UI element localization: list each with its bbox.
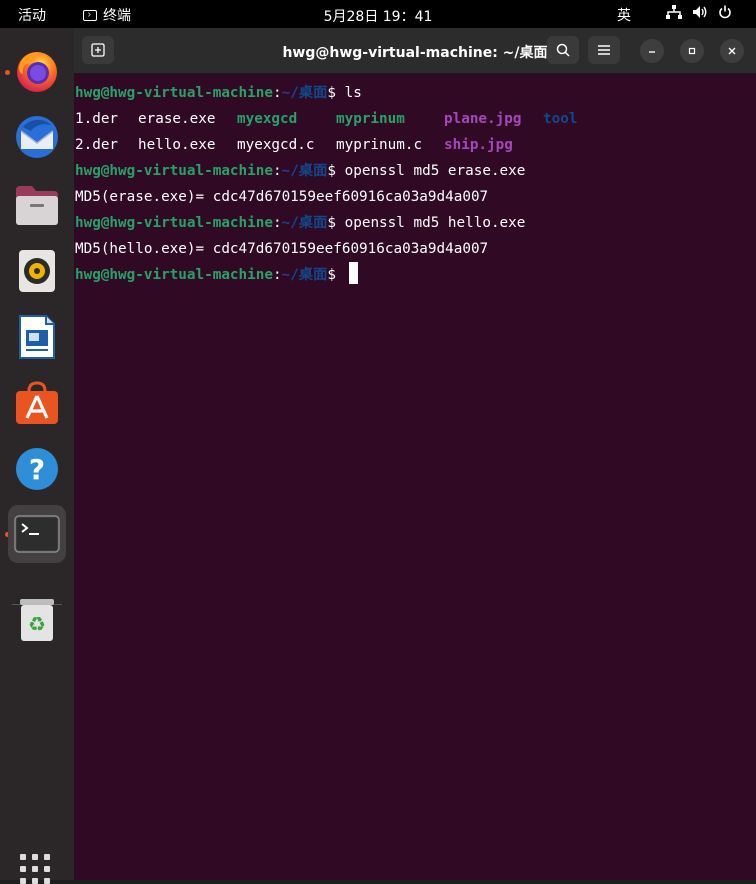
hamburger-menu-icon bbox=[598, 45, 610, 55]
prompt-separator: : bbox=[272, 163, 282, 179]
prompt-path: ~/桌面 bbox=[281, 163, 328, 179]
dock-writer[interactable] bbox=[8, 308, 66, 366]
menu-button[interactable] bbox=[588, 36, 620, 64]
header-bar: hwg@hwg-virtual-machine: ~/桌面 bbox=[74, 28, 756, 74]
prompt-sign: $ bbox=[327, 267, 345, 283]
search-button[interactable] bbox=[547, 36, 579, 64]
command-text: ls bbox=[344, 85, 362, 101]
prompt-path: ~/桌面 bbox=[281, 267, 328, 283]
file-entry: erase.exe bbox=[138, 111, 216, 127]
file-entry: myexgcd.c bbox=[237, 137, 315, 153]
thunderbird-icon bbox=[16, 116, 58, 158]
prompt-sign: $ bbox=[327, 85, 345, 101]
writer-icon bbox=[19, 315, 55, 359]
software-icon bbox=[16, 381, 58, 424]
command-output: MD5(erase.exe)= cdc47d670159eef60916ca03… bbox=[75, 189, 489, 205]
prompt-line: hwg@hwg-virtual-machine:~/桌面$ ls bbox=[75, 80, 751, 106]
file-entry: plane.jpg bbox=[444, 111, 522, 127]
file-entry: tool bbox=[543, 111, 578, 127]
prompt-user: hwg@hwg-virtual-machine bbox=[75, 267, 273, 283]
trash-icon: ♻ bbox=[20, 599, 54, 641]
prompt-sign: $ bbox=[327, 163, 345, 179]
prompt-user: hwg@hwg-virtual-machine bbox=[75, 163, 273, 179]
file-entry: ship.jpg bbox=[444, 137, 513, 153]
prompt-separator: : bbox=[272, 85, 282, 101]
prompt-path: ~/桌面 bbox=[281, 215, 328, 231]
file-entry: hello.exe bbox=[138, 137, 216, 153]
volume-icon bbox=[692, 5, 708, 19]
command-output: MD5(hello.exe)= cdc47d670159eef60916ca03… bbox=[75, 241, 489, 257]
terminal-window[interactable]: hwg@hwg-virtual-machine: ~/桌面 hwg@hwg-vi… bbox=[74, 28, 756, 880]
dock-files[interactable] bbox=[8, 176, 66, 234]
maximize-button[interactable] bbox=[680, 39, 704, 63]
dock-terminal[interactable] bbox=[8, 505, 66, 563]
files-icon bbox=[16, 186, 58, 225]
clock[interactable]: 5月28日 19：41 bbox=[324, 9, 433, 25]
command-text: openssl md5 hello.exe bbox=[344, 215, 526, 231]
command-text: openssl md5 erase.exe bbox=[344, 163, 526, 179]
dock-rhythmbox[interactable] bbox=[8, 242, 66, 300]
prompt-sign: $ bbox=[327, 215, 345, 231]
file-entry: 1.der bbox=[75, 111, 119, 127]
dock-thunderbird[interactable] bbox=[8, 108, 66, 166]
new-tab-icon bbox=[91, 43, 105, 57]
terminal-mini-icon bbox=[83, 9, 97, 21]
dock-firefox[interactable] bbox=[8, 42, 66, 100]
dock-trash[interactable]: ♻ bbox=[8, 591, 66, 649]
input-method-indicator[interactable]: 英 bbox=[617, 5, 631, 25]
dock: ? ♻ bbox=[0, 28, 74, 884]
firefox-icon bbox=[17, 52, 57, 92]
help-icon: ? bbox=[16, 448, 58, 490]
activities-button[interactable]: 活动 bbox=[18, 5, 46, 25]
system-tray[interactable] bbox=[666, 5, 732, 19]
svg-text:?: ? bbox=[29, 453, 45, 486]
prompt-line: hwg@hwg-virtual-machine:~/桌面$ bbox=[75, 262, 751, 288]
new-tab-button[interactable] bbox=[82, 36, 114, 64]
prompt-separator: : bbox=[272, 267, 282, 283]
terminal-output[interactable]: hwg@hwg-virtual-machine:~/桌面$ ls 1.der er… bbox=[75, 80, 751, 288]
prompt-line: hwg@hwg-virtual-machine:~/桌面$ openssl md… bbox=[75, 210, 751, 236]
dock-software[interactable] bbox=[8, 374, 66, 432]
file-entry: 2.der bbox=[75, 137, 119, 153]
prompt-separator: : bbox=[272, 215, 282, 231]
search-icon bbox=[556, 43, 570, 57]
top-bar: 活动 终端 5月28日 19：41 英 bbox=[0, 0, 756, 28]
app-menu-label: 终端 bbox=[103, 8, 131, 24]
file-entry: myprinum bbox=[336, 111, 405, 127]
terminal-icon bbox=[14, 515, 60, 553]
ls-output-row: 1.der erase.exe myexgcd myprinum plane.jpg to… bbox=[75, 106, 751, 132]
minimize-icon bbox=[649, 51, 655, 53]
ls-output-row: 2.der hello.exe myexgcd.c myprinum.c ship.jp… bbox=[75, 132, 751, 158]
prompt-line: hwg@hwg-virtual-machine:~/桌面$ openssl md… bbox=[75, 158, 751, 184]
restore-icon bbox=[688, 47, 696, 55]
file-entry: myexgcd bbox=[237, 111, 298, 127]
prompt-user: hwg@hwg-virtual-machine bbox=[75, 85, 273, 101]
text-cursor[interactable] bbox=[348, 262, 358, 284]
power-icon bbox=[718, 5, 732, 19]
dock-help[interactable]: ? bbox=[8, 440, 66, 498]
rhythmbox-icon bbox=[19, 250, 55, 292]
close-icon bbox=[728, 47, 736, 55]
prompt-path: ~/桌面 bbox=[281, 85, 328, 101]
svg-text:♻: ♻ bbox=[28, 612, 46, 636]
minimize-button[interactable] bbox=[640, 39, 664, 63]
file-entry: myprinum.c bbox=[336, 137, 423, 153]
app-menu[interactable]: 终端 bbox=[83, 5, 131, 25]
prompt-user: hwg@hwg-virtual-machine bbox=[75, 215, 273, 231]
network-icon bbox=[666, 5, 682, 19]
close-button[interactable] bbox=[720, 39, 744, 63]
